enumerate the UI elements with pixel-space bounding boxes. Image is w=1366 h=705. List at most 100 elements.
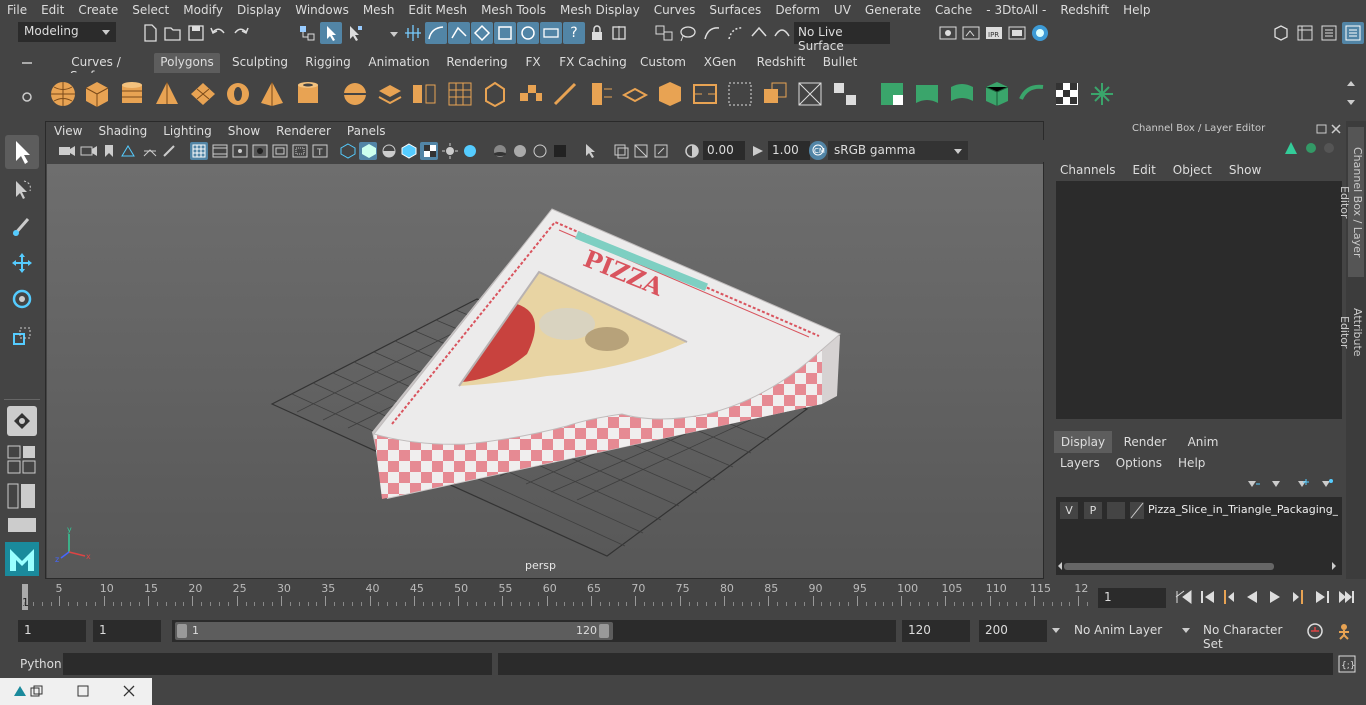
multi-cut-icon[interactable] bbox=[550, 79, 580, 109]
mirror-icon[interactable] bbox=[409, 79, 439, 109]
shelf-menu-icon[interactable] bbox=[20, 56, 34, 70]
pencil-icon[interactable] bbox=[162, 144, 178, 158]
step-back-key-icon[interactable] bbox=[1200, 590, 1216, 604]
menu-help[interactable]: Help bbox=[1116, 3, 1157, 17]
select-mask-dropdown-icon[interactable] bbox=[390, 32, 398, 37]
close-panel-icon[interactable] bbox=[1330, 124, 1342, 134]
menu-mesh-tools[interactable]: Mesh Tools bbox=[474, 3, 553, 17]
poly-cylinder-icon[interactable] bbox=[117, 79, 147, 109]
shelf-tab-curves-surfaces[interactable]: Curves / Surfaces bbox=[45, 53, 147, 83]
xray-components-icon[interactable] bbox=[653, 143, 669, 159]
character-set-dropdown[interactable]: No Character Set bbox=[1197, 620, 1299, 651]
quad-draw-icon[interactable] bbox=[830, 79, 860, 109]
camera-attributes-icon[interactable] bbox=[80, 144, 98, 158]
menu-edit-mesh[interactable]: Edit Mesh bbox=[401, 3, 474, 17]
poly-plane-icon[interactable] bbox=[188, 79, 218, 109]
empty-status-dot[interactable] bbox=[1324, 143, 1334, 153]
layer-display-type[interactable] bbox=[1107, 502, 1125, 519]
fill-hole-icon[interactable] bbox=[690, 79, 720, 109]
command-language-label[interactable]: Python bbox=[20, 657, 62, 671]
move-layer-up-icon[interactable] bbox=[1244, 477, 1260, 491]
select-hierarchy-icon[interactable] bbox=[298, 24, 316, 42]
time-slider[interactable]: 1 5 10 15 20 25 30 35 40 45 50 55 60 65 70 75 80 85 90 95 1… bbox=[0, 580, 1366, 614]
shelf-tab-fx[interactable]: FX bbox=[519, 53, 547, 73]
layer-name[interactable]: Pizza_Slice_in_Triangle_Packaging_Bo bbox=[1148, 503, 1338, 516]
target-weld-icon[interactable] bbox=[760, 79, 790, 109]
float-panel-icon[interactable] bbox=[1316, 124, 1328, 134]
shelf-tab-custom[interactable]: Custom bbox=[636, 53, 690, 73]
layer-row[interactable]: V P Pizza_Slice_in_Triangle_Packaging_Bo bbox=[1060, 501, 1338, 521]
resolution-gate-icon[interactable] bbox=[232, 144, 248, 158]
paint-select-icon[interactable] bbox=[702, 24, 722, 42]
panel-menu-lighting[interactable]: Lighting bbox=[155, 124, 220, 138]
reflection-icon[interactable] bbox=[772, 24, 792, 42]
new-file-icon[interactable] bbox=[142, 24, 158, 42]
menu-select[interactable]: Select bbox=[125, 3, 176, 17]
motion-blur-icon[interactable] bbox=[512, 143, 528, 159]
scene-end-field[interactable]: 200 bbox=[979, 620, 1047, 642]
rotate-tool-icon[interactable] bbox=[10, 287, 34, 313]
render-view-icon[interactable] bbox=[1007, 24, 1027, 42]
bookmark-icon[interactable] bbox=[102, 144, 116, 158]
save-file-icon[interactable] bbox=[187, 24, 205, 42]
move-layer-down-icon[interactable] bbox=[1268, 477, 1284, 491]
menu-windows[interactable]: Windows bbox=[288, 3, 356, 17]
combine-icon[interactable] bbox=[340, 79, 370, 109]
layer-tab-render[interactable]: Render bbox=[1116, 431, 1174, 453]
new-layer-selected-icon[interactable] bbox=[1318, 477, 1334, 491]
multisample-aa-icon[interactable] bbox=[532, 143, 548, 159]
layer-visibility-toggle[interactable]: V bbox=[1060, 502, 1078, 519]
soft-select-icon[interactable] bbox=[726, 24, 746, 42]
menu-display[interactable]: Display bbox=[230, 3, 288, 17]
planar-map-icon[interactable] bbox=[912, 79, 942, 109]
undo-icon[interactable] bbox=[209, 24, 227, 42]
go-to-end-icon[interactable] bbox=[1337, 590, 1355, 604]
restore-window-icon[interactable] bbox=[30, 685, 44, 697]
maximize-window-icon[interactable] bbox=[77, 685, 89, 697]
channel-box-menu-show[interactable]: Show bbox=[1229, 163, 1261, 177]
render-settings-icon[interactable] bbox=[938, 24, 958, 42]
menu-surfaces[interactable]: Surfaces bbox=[702, 3, 768, 17]
close-window-icon[interactable] bbox=[123, 685, 135, 697]
layer-scroll-right-icon[interactable] bbox=[1330, 561, 1338, 571]
move-tool-icon[interactable] bbox=[10, 251, 34, 277]
new-layer-icon[interactable] bbox=[1294, 477, 1310, 491]
panel-menu-shading[interactable]: Shading bbox=[90, 124, 155, 138]
film-gate-icon[interactable] bbox=[212, 144, 228, 158]
menu-cache[interactable]: Cache bbox=[928, 3, 979, 17]
gate-mask-icon[interactable] bbox=[252, 144, 268, 158]
bridge-icon[interactable] bbox=[620, 79, 650, 109]
shelf-tab-rendering[interactable]: Rendering bbox=[442, 53, 512, 73]
cylindrical-map-icon[interactable] bbox=[947, 79, 977, 109]
append-icon[interactable] bbox=[655, 79, 685, 109]
menu-create[interactable]: Create bbox=[71, 3, 125, 17]
lasso-tool-icon[interactable] bbox=[10, 177, 34, 203]
side-tab-channel-box[interactable]: Channel Box / Layer Editor bbox=[1338, 127, 1364, 277]
help-snap-button[interactable]: ? bbox=[563, 22, 585, 44]
isolate-select-icon[interactable] bbox=[583, 143, 599, 159]
merge-icon[interactable] bbox=[725, 79, 755, 109]
menu-uv[interactable]: UV bbox=[827, 3, 858, 17]
shelf-settings-icon[interactable] bbox=[20, 90, 34, 104]
wireframe-icon[interactable] bbox=[340, 143, 356, 159]
scale-tool-icon[interactable] bbox=[10, 324, 34, 350]
shelf-tab-rigging[interactable]: Rigging bbox=[300, 53, 356, 73]
xray-joints-icon[interactable] bbox=[633, 143, 649, 159]
range-handle-bar[interactable] bbox=[175, 622, 613, 640]
attribute-editor-toggle-icon[interactable] bbox=[1320, 24, 1338, 42]
open-file-icon[interactable] bbox=[164, 24, 182, 42]
exposure-icon[interactable] bbox=[684, 143, 700, 159]
step-forward-frame-icon[interactable] bbox=[1291, 589, 1305, 605]
poly-pipe-icon[interactable] bbox=[293, 79, 323, 109]
range-end-handle[interactable] bbox=[599, 624, 609, 638]
menu-3dtoall[interactable]: - 3DtoAll - bbox=[979, 3, 1053, 17]
playback-start-field[interactable]: 1 bbox=[93, 620, 161, 642]
four-pane-layout-icon[interactable] bbox=[7, 445, 37, 475]
symmetry-icon[interactable] bbox=[610, 24, 628, 42]
safe-title-icon[interactable]: T bbox=[312, 144, 328, 158]
xray-icon[interactable] bbox=[613, 143, 629, 159]
checker-icon[interactable] bbox=[1052, 79, 1082, 109]
scene-start-field[interactable]: 1 bbox=[18, 620, 86, 642]
playback-end-field[interactable]: 120 bbox=[902, 620, 970, 642]
render-frame-icon[interactable] bbox=[961, 24, 981, 42]
